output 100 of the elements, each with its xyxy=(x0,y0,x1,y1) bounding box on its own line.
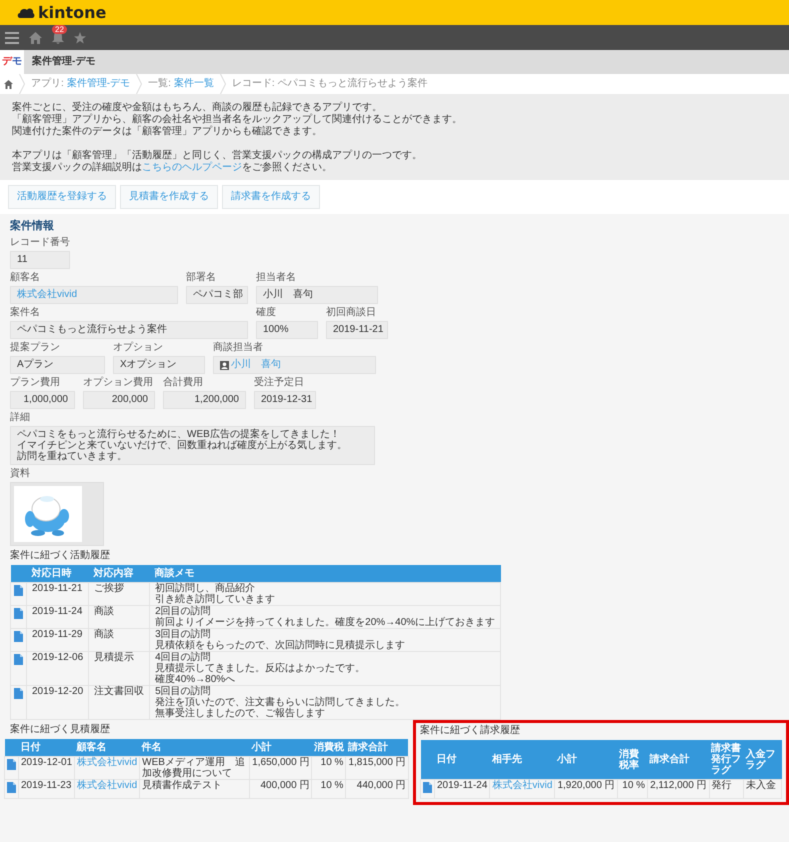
home-icon[interactable] xyxy=(29,32,42,44)
breadcrumb-link[interactable]: 案件管理-デモ xyxy=(66,78,130,90)
memo-line: 見積依頼をもらったので、次回訪問時に見積提示します xyxy=(155,640,406,651)
memo-line: 無事受注しましたので、ご報告します xyxy=(155,708,326,719)
logo-text: kintone xyxy=(38,4,106,22)
column-header: 消費税率 xyxy=(617,740,648,780)
field-label: 詳細 xyxy=(10,412,31,424)
menu-icon[interactable] xyxy=(5,32,19,44)
document-icon[interactable] xyxy=(14,654,23,665)
table-cell: WEBメディア運用 追加改修費用について xyxy=(140,756,250,780)
table-cell: 商談 xyxy=(88,606,150,628)
help-link[interactable]: こちらのヘルプページ xyxy=(142,162,242,173)
table-cell: 見積書作成テスト xyxy=(140,780,250,798)
field-label: オプション xyxy=(113,342,164,354)
table-cell: 2019-12-06 xyxy=(26,652,89,686)
document-icon[interactable] xyxy=(7,759,16,770)
star-icon[interactable] xyxy=(74,32,86,44)
chevron-icon xyxy=(19,74,25,94)
table-cell: 1,650,000 円 xyxy=(250,756,312,780)
field-label: 資料 xyxy=(10,468,31,480)
document-icon[interactable] xyxy=(14,585,23,596)
section-title: 案件情報 xyxy=(10,220,55,233)
column-header: 小計 xyxy=(554,740,618,780)
user-link[interactable]: 小川 喜句 xyxy=(231,357,281,373)
user-icon xyxy=(220,360,229,370)
breadcrumb-label: 一覧: xyxy=(148,78,171,90)
table-cell: 10 % xyxy=(617,780,648,798)
table-cell: 2019-11-29 xyxy=(26,628,89,652)
field-value: 小川 喜句 xyxy=(256,286,378,304)
section-title: 案件に紐づく活動履歴 xyxy=(10,550,111,562)
table-cell: 1,920,000 円 xyxy=(554,780,618,798)
column-header: 対応内容 xyxy=(88,565,150,582)
field-label: 合計費用 xyxy=(163,377,204,389)
table-cell: 2019-11-24 xyxy=(434,780,490,798)
column-header: 請求合計 xyxy=(648,740,710,780)
table-cell: 見積提示 xyxy=(88,652,150,686)
section-title: 案件に紐づく見積履歴 xyxy=(10,724,111,736)
field-text: ペパコミをもっと流行らせるために、WEB広告の提案をしてきました！ xyxy=(17,429,341,440)
field-label: オプション費用 xyxy=(83,377,154,389)
field-label: 顧客名 xyxy=(10,272,41,284)
field-label: 商談担当者 xyxy=(213,342,264,354)
column-header: 消費税 xyxy=(312,739,346,756)
field-value: 200,000 xyxy=(83,391,155,409)
column-header: 入金フラグ xyxy=(743,740,782,780)
cloud-icon xyxy=(17,6,35,18)
field-value: 1,200,000 xyxy=(163,391,246,409)
field-value: Aプラン xyxy=(10,356,105,374)
table-cell: 商談 xyxy=(88,628,150,652)
table-cell: 10 % xyxy=(312,780,346,798)
document-icon[interactable] xyxy=(7,782,16,793)
section-title: 案件に紐づく請求履歴 xyxy=(420,725,521,737)
field-value: 100% xyxy=(256,321,318,339)
column-header: 日付 xyxy=(18,739,75,756)
notification-badge: 22 xyxy=(52,25,67,34)
document-icon[interactable] xyxy=(14,608,23,619)
column-header: 請求書発行フラグ xyxy=(709,740,744,780)
field-text: 訪問を重ねていきます。 xyxy=(17,451,128,462)
app-icon-letter: モ xyxy=(12,56,22,68)
column-header: 商談メモ xyxy=(150,565,501,582)
column-header: 相手先 xyxy=(490,740,555,780)
customer-link[interactable]: 株式会社vivid xyxy=(74,756,140,780)
table-cell: 2,112,000 円 xyxy=(648,780,710,798)
action-button[interactable]: 見積書を作成する xyxy=(120,185,218,209)
column-header: 日付 xyxy=(434,740,490,780)
table-cell: 注文書回収 xyxy=(88,686,150,720)
table-cell: 10 % xyxy=(312,756,346,780)
app-title: 案件管理-デモ xyxy=(32,56,96,68)
table-cell: 2019-12-20 xyxy=(26,686,89,720)
memo-line: 前回よりイメージを持ってくれました。確度を20%→40%に上げておきます xyxy=(155,617,496,628)
document-icon[interactable] xyxy=(14,688,23,699)
home-icon[interactable] xyxy=(4,80,13,88)
field-label: レコード番号 xyxy=(10,237,70,249)
column-header: 件名 xyxy=(140,739,250,756)
table-cell: 2019-11-23 xyxy=(18,780,75,798)
memo-line: 初回訪問し、商品紹介 xyxy=(155,583,256,594)
app-icon-letter: デ xyxy=(2,56,12,68)
document-icon[interactable] xyxy=(423,782,432,793)
document-icon[interactable] xyxy=(14,631,23,642)
column-header: 請求合計 xyxy=(346,739,408,756)
column-header: 小計 xyxy=(250,739,312,756)
table-cell: 発行 xyxy=(709,780,744,798)
memo-line: 5回目の訪問 xyxy=(155,686,212,697)
field-label: 部署名 xyxy=(186,272,217,284)
breadcrumb-label: アプリ: xyxy=(31,78,64,90)
field-label: 担当者名 xyxy=(256,272,297,284)
breadcrumb-link[interactable]: 案件一覧 xyxy=(174,78,214,90)
description-text: 本アプリは「顧客管理」「活動履歴」と同じく、営業支援パックの構成アプリの一つです。 営業支援パックの詳細説明はこちらのヘルプページをご参照ください。 xyxy=(12,150,423,174)
field-value: 2019-12-31 xyxy=(254,391,316,409)
table-cell: 400,000 円 xyxy=(250,780,312,798)
field-value: 2019-11-21 xyxy=(326,321,388,339)
customer-link[interactable]: 株式会社vivid xyxy=(490,780,555,798)
customer-link[interactable]: 株式会社vivid xyxy=(74,780,140,798)
table-cell: 440,000 円 xyxy=(346,780,408,798)
action-button[interactable]: 活動履歴を登録する xyxy=(8,185,116,209)
description-text: 案件ごとに、受注の確度や金額はもちろん、商談の履歴も記録できるアプリです。 「顧客管理」アプリから、顧客の会社名や担当者名をルックアップして関連付けることができます。 関連付けた案件のデータは「顧客管理」アプリからも確認できます。 xyxy=(12,102,463,138)
memo-line: 引き続き訪問していきます xyxy=(155,594,276,605)
field-label: 確度 xyxy=(256,307,277,319)
action-button[interactable]: 請求書を作成する xyxy=(222,185,320,209)
table-cell: 2019-11-21 xyxy=(26,582,89,606)
customer-link[interactable]: 株式会社vivid xyxy=(17,289,78,300)
